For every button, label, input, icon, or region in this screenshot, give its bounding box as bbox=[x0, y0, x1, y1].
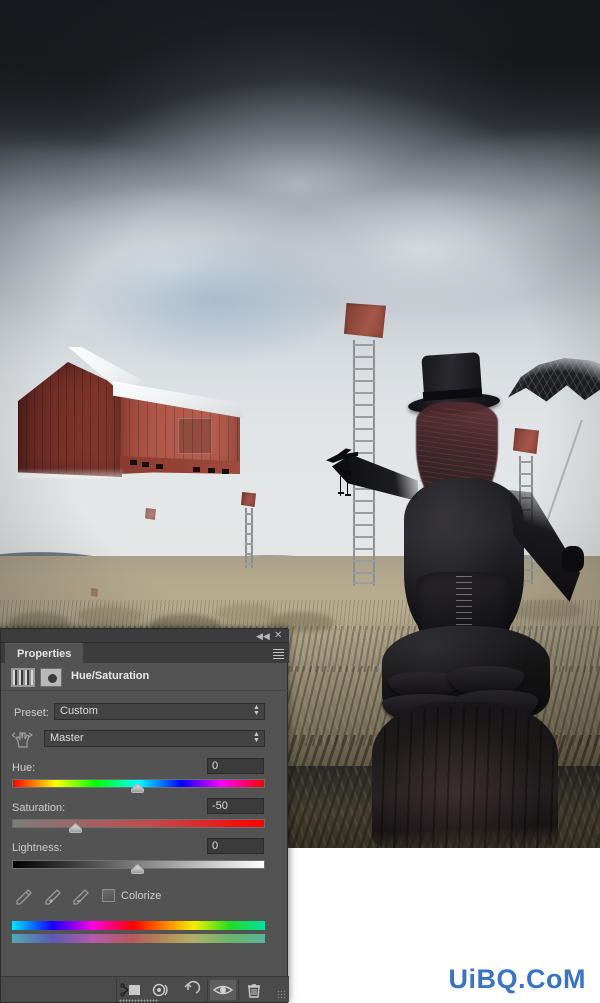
channel-value: Master bbox=[50, 732, 84, 744]
previous-state-button[interactable] bbox=[149, 980, 175, 1000]
eyedropper-subtract-icon[interactable] bbox=[71, 887, 91, 907]
output-color-gradient-bar bbox=[12, 934, 265, 943]
hue-value-field[interactable]: 0 bbox=[207, 758, 264, 774]
lightness-label: Lightness: bbox=[12, 842, 63, 854]
reset-button[interactable] bbox=[179, 980, 205, 1000]
panel-menu-icon[interactable] bbox=[268, 647, 284, 659]
hue-label: Hue: bbox=[12, 762, 36, 774]
layer-mask-thumbnail-icon[interactable] bbox=[40, 668, 62, 687]
barn-window bbox=[142, 462, 149, 467]
grass-tuft bbox=[216, 604, 276, 622]
close-icon[interactable]: ✕ bbox=[274, 630, 282, 642]
barn-window bbox=[156, 464, 163, 469]
colorize-label: Colorize bbox=[121, 890, 162, 902]
floating-roof-fragment bbox=[145, 508, 156, 520]
site-watermark: UiBQ.CoM bbox=[448, 964, 586, 994]
preset-select[interactable]: Custom ▲ ▼ bbox=[54, 703, 265, 720]
floating-roof-fragment bbox=[91, 588, 98, 597]
skirt-folds bbox=[372, 706, 558, 848]
eyedropper-icon[interactable] bbox=[14, 887, 34, 907]
collapse-to-icons-icon[interactable]: ◀◀ bbox=[256, 630, 270, 642]
victorian-woman-figure bbox=[326, 350, 600, 848]
panel-resize-grip[interactable] bbox=[277, 990, 286, 999]
parasol-lace-pattern bbox=[508, 358, 600, 402]
floating-roof-fragment bbox=[344, 303, 386, 338]
floating-red-barn bbox=[18, 340, 243, 480]
preset-value: Custom bbox=[60, 705, 98, 717]
clip-to-layer-button[interactable] bbox=[119, 980, 145, 1000]
adjustment-header: Hue/Saturation bbox=[1, 663, 289, 691]
floating-ladder bbox=[245, 508, 253, 568]
hanging-keys bbox=[338, 458, 356, 500]
properties-panel[interactable]: ◀◀ ✕ Properties Hue/Saturation Preset: C… bbox=[0, 628, 289, 1003]
saturation-slider-track[interactable] bbox=[12, 819, 265, 828]
toggle-visibility-button[interactable] bbox=[210, 980, 236, 1000]
channel-select[interactable]: Master ▲ ▼ bbox=[44, 730, 265, 747]
gloved-right-hand bbox=[562, 546, 584, 572]
preset-label: Preset: bbox=[14, 707, 49, 719]
adjustment-name: Hue/Saturation bbox=[71, 670, 150, 682]
chevron-updown-icon: ▲ ▼ bbox=[253, 704, 260, 717]
barn-snow-ground-edge bbox=[18, 468, 123, 478]
barn-window bbox=[208, 468, 215, 473]
barn-window bbox=[222, 469, 229, 474]
panel-title-bar: ◀◀ ✕ bbox=[1, 629, 289, 643]
screenshot-root: ◀◀ ✕ Properties Hue/Saturation Preset: C… bbox=[0, 0, 600, 1003]
colorize-checkbox[interactable] bbox=[102, 889, 115, 902]
saturation-label: Saturation: bbox=[12, 802, 66, 814]
on-image-adjustment-hand-icon[interactable] bbox=[11, 730, 34, 749]
lightness-value-field[interactable]: 0 bbox=[207, 838, 264, 854]
delete-button[interactable] bbox=[241, 980, 267, 1000]
adjustment-layer-thumbnail-icon[interactable] bbox=[11, 668, 35, 687]
tab-properties[interactable]: Properties bbox=[5, 643, 84, 663]
input-color-gradient-bar bbox=[12, 921, 265, 930]
panel-drag-grip[interactable] bbox=[119, 999, 159, 1003]
saturation-value-field[interactable]: -50 bbox=[207, 798, 264, 814]
eyedropper-add-icon[interactable] bbox=[43, 887, 63, 907]
barn-door bbox=[178, 418, 212, 454]
grass-tuft bbox=[78, 606, 142, 624]
panel-tab-row: Properties bbox=[1, 643, 289, 663]
floating-roof-fragment bbox=[241, 492, 256, 507]
barn-window bbox=[193, 467, 200, 472]
barn-window bbox=[130, 460, 137, 465]
chevron-updown-icon: ▲ ▼ bbox=[253, 731, 260, 744]
